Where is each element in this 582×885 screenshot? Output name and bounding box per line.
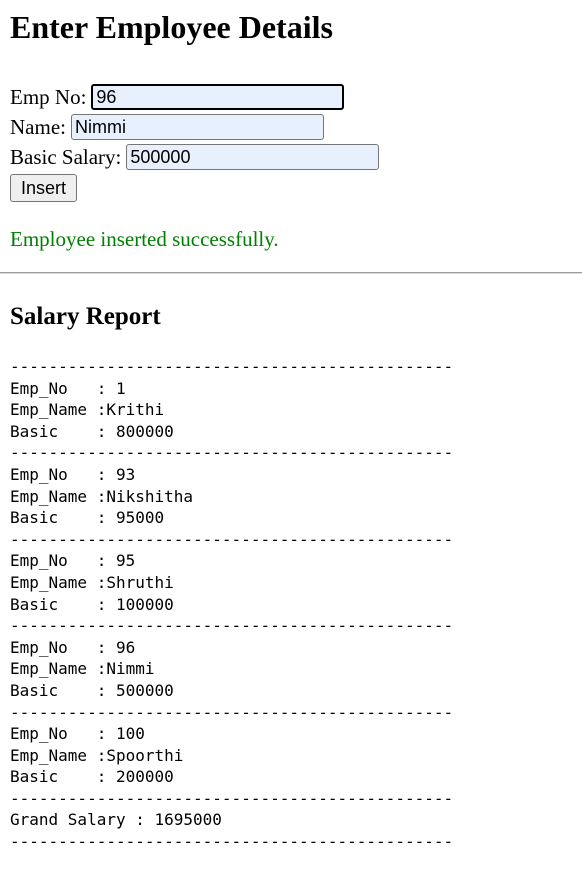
report-title: Salary Report (10, 303, 161, 330)
report-separator: ----------------------------------------… (10, 357, 454, 376)
divider (0, 272, 582, 274)
report-emp-name: Emp_Name :Nimmi (10, 659, 155, 679)
empno-input[interactable] (91, 84, 345, 110)
report-basic: Basic : 500000 (10, 680, 174, 700)
report-emp-no: Emp_No : 95 (10, 551, 136, 571)
button-row: Insert (10, 174, 572, 204)
report-emp-name: Emp_Name :Spoorthi (10, 745, 184, 765)
salary-report: ----------------------------------------… (10, 356, 572, 853)
report-emp-no: Emp_No : 1 (10, 378, 126, 398)
empno-row: Emp No: (10, 82, 572, 112)
report-basic: Basic : 95000 (10, 508, 165, 528)
report-emp-no: Emp_No : 96 (10, 637, 136, 657)
report-separator: ----------------------------------------… (10, 616, 454, 636)
basic-row: Basic Salary: (10, 142, 572, 172)
report-emp-name: Emp_Name :Nikshitha (10, 486, 194, 506)
report-emp-no: Emp_No : 100 (10, 724, 145, 744)
name-label: Name: (10, 115, 66, 139)
report-basic: Basic : 800000 (10, 421, 174, 441)
success-message: Employee inserted successfully. (10, 227, 279, 251)
report-basic: Basic : 100000 (10, 594, 174, 614)
report-basic: Basic : 200000 (10, 767, 174, 787)
insert-button[interactable]: Insert (10, 174, 78, 202)
name-input[interactable] (70, 114, 324, 140)
report-emp-no: Emp_No : 93 (10, 464, 136, 484)
page-title: Enter Employee Details (10, 9, 333, 45)
report-separator: ----------------------------------------… (10, 832, 454, 852)
report-separator: ----------------------------------------… (10, 702, 454, 722)
empno-label: Emp No: (10, 85, 87, 109)
employee-form: Emp No: Name: Basic Salary: Insert (10, 82, 572, 204)
name-row: Name: (10, 112, 572, 142)
report-grand-salary: Grand Salary : 1695000 (10, 810, 222, 830)
report-separator: ----------------------------------------… (10, 443, 454, 463)
basic-salary-label: Basic Salary: (10, 145, 122, 169)
report-separator: ----------------------------------------… (10, 788, 454, 808)
report-emp-name: Emp_Name :Shruthi (10, 572, 174, 592)
report-separator: ----------------------------------------… (10, 529, 454, 549)
basic-salary-input[interactable] (126, 144, 380, 170)
report-emp-name: Emp_Name :Krithi (10, 400, 165, 420)
